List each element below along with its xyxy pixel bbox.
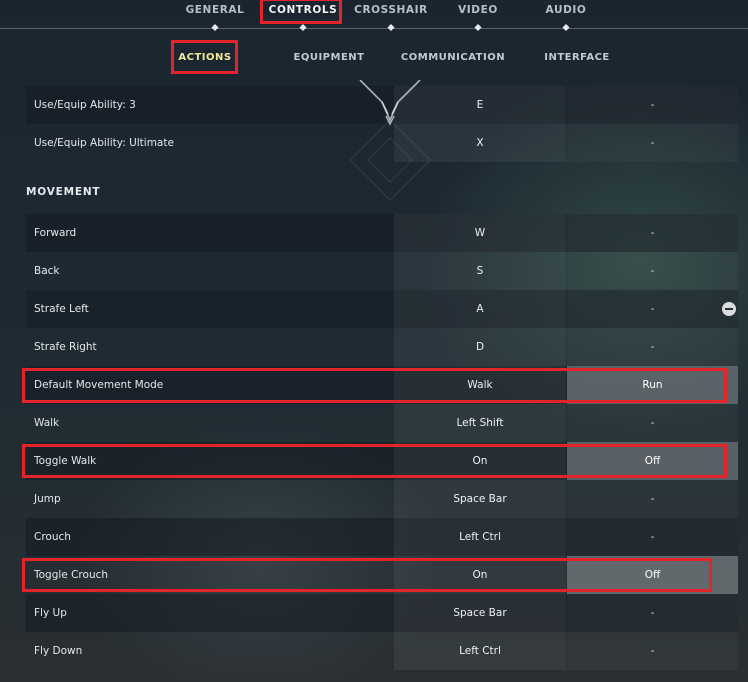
binding-row-forward[interactable]: Forward W - bbox=[26, 214, 738, 252]
binding-row-walk[interactable]: Walk Left Shift - bbox=[26, 404, 738, 442]
primary-key-slot[interactable]: D bbox=[394, 328, 566, 366]
binding-label: Jump bbox=[34, 493, 61, 505]
primary-key-slot[interactable]: S bbox=[394, 252, 566, 290]
primary-key-slot[interactable]: Left Ctrl bbox=[394, 518, 566, 556]
tab-controls-marker bbox=[299, 23, 307, 32]
tab-general[interactable]: GENERAL bbox=[186, 4, 245, 16]
tab-video-marker bbox=[474, 23, 482, 32]
binding-row-strafe-left[interactable]: Strafe Left A - bbox=[26, 290, 738, 328]
subtab-equipment[interactable]: EQUIPMENT bbox=[294, 52, 365, 63]
secondary-key-slot[interactable]: - bbox=[567, 480, 738, 518]
binding-label: Forward bbox=[34, 227, 77, 239]
secondary-key-slot[interactable]: - bbox=[567, 594, 738, 632]
tab-video[interactable]: VIDEO bbox=[458, 4, 498, 16]
binding-label: Use/Equip Ability: Ultimate bbox=[34, 137, 174, 149]
binding-label: Strafe Right bbox=[34, 341, 97, 353]
binding-row-strafe-right[interactable]: Strafe Right D - bbox=[26, 328, 738, 366]
secondary-key-slot[interactable]: - bbox=[567, 404, 738, 442]
primary-key-slot[interactable]: A bbox=[394, 290, 566, 328]
tab-general-marker bbox=[211, 23, 219, 32]
toggle-crouch-highlight bbox=[22, 558, 712, 592]
secondary-key-slot[interactable]: - bbox=[567, 124, 738, 162]
secondary-key-slot[interactable]: - bbox=[567, 214, 738, 252]
tab-crosshair[interactable]: CROSSHAIR bbox=[354, 4, 428, 16]
binding-row-crouch[interactable]: Crouch Left Ctrl - bbox=[26, 518, 738, 556]
binding-row-jump[interactable]: Jump Space Bar - bbox=[26, 480, 738, 518]
binding-row-fly-down[interactable]: Fly Down Left Ctrl - bbox=[26, 632, 738, 670]
top-nav-divider bbox=[0, 28, 748, 29]
toggle-walk-highlight bbox=[22, 444, 727, 478]
binding-label: Walk bbox=[34, 417, 60, 429]
binding-label: Back bbox=[34, 265, 60, 277]
secondary-key-slot[interactable]: - bbox=[567, 328, 738, 366]
binding-label: Use/Equip Ability: 3 bbox=[34, 99, 136, 111]
primary-key-slot[interactable]: Space Bar bbox=[394, 480, 566, 518]
minus-circle-icon[interactable] bbox=[722, 302, 736, 316]
default-movement-mode-highlight bbox=[22, 368, 727, 403]
top-nav: GENERAL CONTROLS CROSSHAIR VIDEO AUDIO bbox=[0, 0, 748, 32]
secondary-key-slot[interactable]: - bbox=[567, 518, 738, 556]
subtab-communication[interactable]: COMMUNICATION bbox=[401, 52, 505, 63]
primary-key-slot[interactable]: Left Ctrl bbox=[394, 632, 566, 670]
tab-crosshair-marker bbox=[387, 23, 395, 32]
binding-row-back[interactable]: Back S - bbox=[26, 252, 738, 290]
primary-key-slot[interactable]: Left Shift bbox=[394, 404, 566, 442]
controls-tab-highlight bbox=[260, 0, 342, 24]
secondary-key-slot[interactable]: - bbox=[567, 290, 738, 328]
tab-audio-marker bbox=[562, 23, 570, 32]
primary-key-slot[interactable]: W bbox=[394, 214, 566, 252]
secondary-key-slot[interactable]: - bbox=[567, 86, 738, 124]
binding-label: Strafe Left bbox=[34, 303, 89, 315]
actions-tab-highlight bbox=[171, 40, 238, 74]
section-title-movement: MOVEMENT bbox=[26, 186, 101, 198]
binding-label: Crouch bbox=[34, 531, 71, 543]
valorant-emblem-icon bbox=[349, 80, 431, 201]
secondary-key-slot[interactable]: - bbox=[567, 252, 738, 290]
subtab-interface[interactable]: INTERFACE bbox=[544, 52, 610, 63]
primary-key-slot[interactable]: Space Bar bbox=[394, 594, 566, 632]
binding-label: Fly Down bbox=[34, 645, 83, 657]
binding-row-fly-up[interactable]: Fly Up Space Bar - bbox=[26, 594, 738, 632]
binding-label: Fly Up bbox=[34, 607, 67, 619]
secondary-key-slot[interactable]: - bbox=[567, 632, 738, 670]
tab-audio[interactable]: AUDIO bbox=[546, 4, 587, 16]
